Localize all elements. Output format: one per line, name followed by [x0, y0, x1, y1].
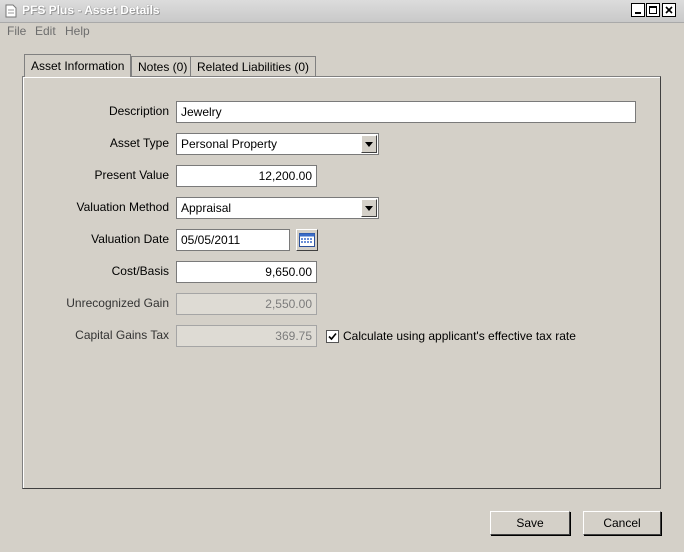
asset-type-label: Asset Type — [109, 136, 169, 150]
minimize-icon — [635, 12, 641, 14]
save-button-label: Save — [516, 516, 544, 530]
calendar-icon — [299, 233, 315, 247]
unrecognized-gain-input: 2,550.00 — [176, 293, 317, 315]
menu-edit[interactable]: Edit — [35, 24, 56, 38]
tab-label: Notes (0) — [138, 60, 188, 74]
valuation-method-select[interactable]: Appraisal — [176, 197, 379, 219]
unrecognized-gain-label: Unrecognized Gain — [66, 296, 169, 310]
minimize-button[interactable] — [631, 3, 645, 17]
calculate-tax-checkbox[interactable] — [326, 330, 339, 343]
calculate-tax-label[interactable]: Calculate using applicant's effective ta… — [343, 329, 576, 343]
close-icon — [665, 6, 673, 14]
maximize-icon — [649, 6, 657, 14]
asset-type-dropdown-button[interactable] — [361, 135, 377, 153]
cost-basis-label: Cost/Basis — [111, 264, 169, 278]
menu-file[interactable]: File — [7, 24, 26, 38]
cost-basis-input[interactable]: 9,650.00 — [176, 261, 317, 283]
valuation-method-dropdown-button[interactable] — [361, 199, 377, 217]
cancel-button[interactable]: Cancel — [583, 511, 661, 535]
present-value-label: Present Value — [94, 168, 170, 182]
description-input[interactable]: Jewelry — [176, 101, 636, 123]
checkmark-icon — [328, 332, 337, 341]
save-button[interactable]: Save — [490, 511, 570, 535]
document-icon — [5, 4, 17, 18]
valuation-method-label: Valuation Method — [76, 200, 169, 214]
menu-bar: File Edit Help — [0, 22, 684, 40]
valuation-date-input[interactable]: 05/05/2011 — [176, 229, 290, 251]
close-button[interactable] — [662, 3, 676, 17]
tab-label: Asset Information — [31, 59, 125, 73]
cancel-button-label: Cancel — [603, 516, 641, 530]
maximize-button[interactable] — [646, 3, 660, 17]
tab-label: Related Liabilities (0) — [197, 60, 310, 74]
valuation-method-value: Appraisal — [181, 201, 232, 215]
asset-type-select[interactable]: Personal Property — [176, 133, 379, 155]
tab-related-liabilities[interactable]: Related Liabilities (0) — [190, 56, 317, 76]
asset-type-value: Personal Property — [181, 137, 278, 151]
tab-notes[interactable]: Notes (0) — [131, 56, 195, 76]
valuation-date-label: Valuation Date — [91, 232, 169, 246]
title-bar[interactable]: PFS Plus - Asset Details — [0, 0, 684, 23]
capital-gains-tax-label: Capital Gains Tax — [75, 328, 169, 342]
chevron-down-icon — [365, 141, 373, 147]
menu-help[interactable]: Help — [65, 24, 90, 38]
description-label: Description — [108, 104, 169, 118]
chevron-down-icon — [365, 205, 373, 211]
capital-gains-tax-input: 369.75 — [176, 325, 317, 347]
tab-asset-information[interactable]: Asset Information — [24, 54, 132, 77]
calendar-button[interactable] — [296, 229, 318, 251]
present-value-input[interactable]: 12,200.00 — [176, 165, 317, 187]
window-title: PFS Plus - Asset Details — [22, 3, 160, 17]
